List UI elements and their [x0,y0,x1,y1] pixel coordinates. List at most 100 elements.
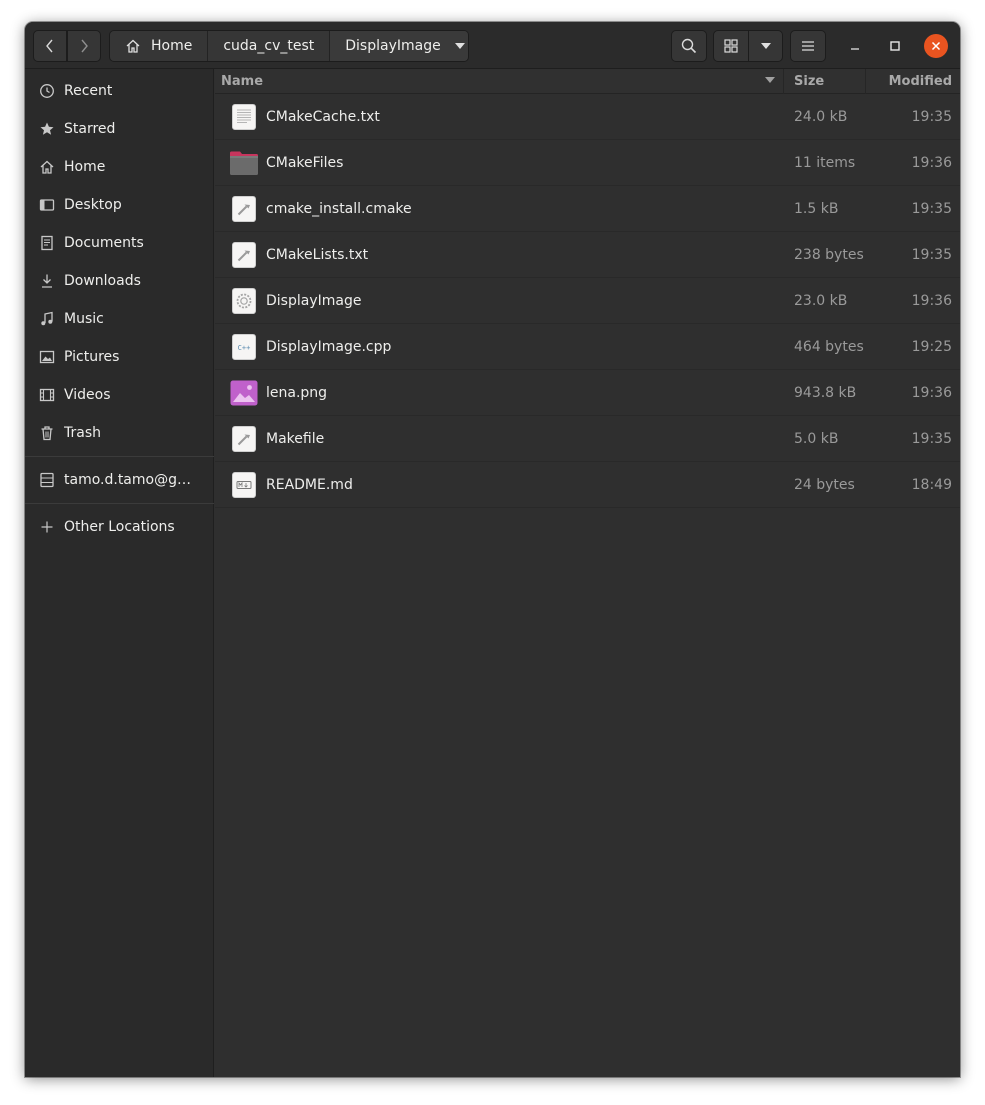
close-button[interactable] [924,34,948,58]
breadcrumb-label: cuda_cv_test [223,38,315,54]
network-drive-icon [39,472,55,488]
view-grid-button[interactable] [713,30,749,62]
sidebar-item-other-locations[interactable]: Other Locations [25,508,214,546]
sidebar-item-label: Videos [64,387,111,403]
sidebar-divider [25,456,214,457]
script-file-icon [231,426,257,452]
cpp-file-icon: C++ [231,334,257,360]
file-size: 943.8 kB [794,384,857,401]
column-header-size[interactable]: Size [783,69,865,94]
file-size: 24.0 kB [794,108,848,125]
file-size: 1.5 kB [794,200,839,217]
file-row[interactable]: CMakeLists.txt 238 bytes 19:35 [215,232,960,278]
file-row[interactable]: CMakeFiles 11 items 19:36 [215,140,960,186]
hamburger-icon [802,41,814,51]
breadcrumb-cuda-cv-test[interactable]: cuda_cv_test [208,31,331,61]
minimize-icon [851,48,859,50]
sidebar-item-label: tamo.d.tamo@g… [64,472,191,488]
folder-icon [229,150,259,176]
view-options-button[interactable] [748,30,783,62]
music-icon [39,311,55,327]
sidebar-item-videos[interactable]: Videos [25,376,214,414]
file-modified: 19:35 [911,200,952,217]
file-row[interactable]: CMakeCache.txt 24.0 kB 19:35 [215,94,960,140]
header-bar: Home cuda_cv_test DisplayImage [25,22,960,69]
maximize-button[interactable] [883,34,907,58]
file-name: CMakeFiles [266,154,344,171]
sidebar-item-music[interactable]: Music [25,300,214,338]
grid-icon [724,39,738,53]
sidebar-item-home[interactable]: Home [25,148,214,186]
file-name: DisplayImage.cpp [266,338,392,355]
sidebar-item-network-drive[interactable]: tamo.d.tamo@g… [25,461,214,499]
column-header-name[interactable]: Name [221,69,783,94]
file-modified: 19:36 [911,292,952,309]
home-icon [125,38,141,54]
file-modified: 19:25 [911,338,952,355]
sidebar-item-label: Trash [64,425,101,441]
search-button[interactable] [671,30,707,62]
file-row[interactable]: C++ DisplayImage.cpp 464 bytes 19:25 [215,324,960,370]
sidebar-item-starred[interactable]: Starred [25,110,214,148]
column-header-modified[interactable]: Modified [865,69,960,94]
file-size: 11 items [794,154,856,171]
sidebar-item-recent[interactable]: Recent [25,72,214,110]
file-name: README.md [266,476,353,493]
file-size: 24 bytes [794,476,855,493]
clock-icon [39,83,55,99]
script-file-icon [231,196,257,222]
file-row[interactable]: lena.png 943.8 kB 19:36 [215,370,960,416]
file-name: DisplayImage [266,292,362,309]
back-button[interactable] [33,30,67,62]
desktop-icon [39,197,55,213]
file-size: 5.0 kB [794,430,839,447]
chevron-right-icon [81,39,88,53]
text-file-icon [231,104,257,130]
column-header-label: Size [794,74,825,89]
sidebar-item-label: Pictures [64,349,120,365]
image-file-icon [230,380,258,406]
documents-icon [39,235,55,251]
file-row[interactable]: cmake_install.cmake 1.5 kB 19:35 [215,186,960,232]
videos-icon [39,387,55,403]
file-name: cmake_install.cmake [266,200,412,217]
file-modified: 19:35 [911,108,952,125]
file-name: Makefile [266,430,325,447]
markdown-file-icon [231,472,257,498]
file-row[interactable]: Makefile 5.0 kB 19:35 [215,416,960,462]
breadcrumb-home-label: Home [151,38,193,54]
caret-down-icon [760,43,771,49]
sidebar: Recent Starred Home Desktop Documents Do… [25,69,214,1077]
minimize-button[interactable] [843,34,867,58]
sidebar-item-label: Desktop [64,197,122,213]
column-header-row: Name Size Modified [215,69,960,94]
maximize-icon [890,41,900,51]
sidebar-item-trash[interactable]: Trash [25,414,214,452]
chevron-left-icon [46,39,53,53]
sidebar-item-downloads[interactable]: Downloads [25,262,214,300]
sidebar-divider [25,503,214,504]
close-icon [931,41,941,51]
file-modified: 19:35 [911,246,952,263]
search-icon [681,38,697,54]
breadcrumb-current-folder[interactable]: DisplayImage [330,31,468,61]
file-row[interactable]: README.md 24 bytes 18:49 [215,462,960,508]
trash-icon [39,425,55,441]
file-modified: 19:36 [911,154,952,171]
file-name: lena.png [266,384,328,401]
file-size: 23.0 kB [794,292,848,309]
plus-icon [39,519,55,535]
breadcrumb-home[interactable]: Home [110,31,209,61]
sort-descending-icon [765,77,775,83]
download-icon [39,273,55,289]
sidebar-item-desktop[interactable]: Desktop [25,186,214,224]
sidebar-item-pictures[interactable]: Pictures [25,338,214,376]
sidebar-item-documents[interactable]: Documents [25,224,214,262]
forward-button[interactable] [67,30,101,62]
file-row[interactable]: DisplayImage 23.0 kB 19:36 [215,278,960,324]
menu-button[interactable] [790,30,826,62]
star-icon [39,121,55,137]
svg-text:C++: C++ [238,344,251,352]
column-header-label: Modified [888,74,952,89]
file-name: CMakeLists.txt [266,246,369,263]
